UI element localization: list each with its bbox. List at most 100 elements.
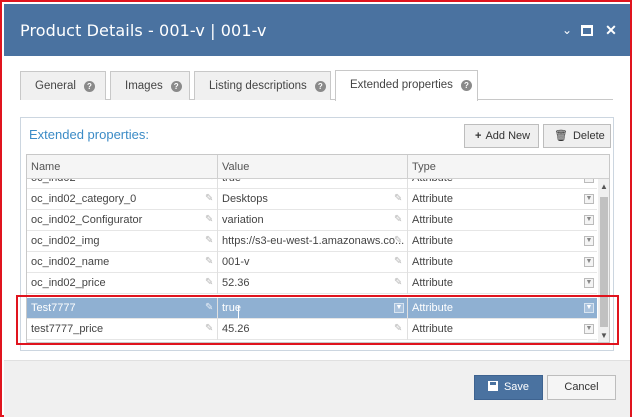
save-button[interactable]: Save [474,375,543,400]
scrollbar-thumb[interactable] [600,197,608,327]
cell-value[interactable]: variation ✎ [218,210,408,231]
edit-icon: ✎ [205,179,215,183]
cell-text: 52.36 [222,277,250,289]
cell-text: variation [222,214,264,226]
tab-extended-properties[interactable]: Extended properties? [335,70,478,101]
edit-icon: ✎ [394,256,403,267]
edit-icon: ✎ [394,235,403,246]
maximize-icon[interactable] [581,25,593,36]
cell-text: 001-v [222,256,250,268]
save-icon [487,381,498,391]
table-row[interactable]: oc_ind02_Configurator ✎ variation ✎ Attrib… [27,210,597,231]
add-new-button[interactable]: + Add New [464,124,539,148]
tab-bar: General? Images? Listing descriptions? E… [20,70,613,101]
scroll-up-icon[interactable]: ▲ [600,182,608,191]
column-header-name[interactable]: Name [27,155,218,179]
tab-label: General [35,80,76,92]
edit-icon: ✎ [394,214,403,225]
delete-button[interactable]: 🗑 Delete [543,124,611,148]
help-icon[interactable]: ? [83,81,95,92]
cell-text: Test7777 [31,302,76,314]
tab-general[interactable]: General? [20,71,106,100]
cell-text: Attribute [412,179,453,184]
cell-name[interactable]: oc_ind02_img ✎ [27,231,218,252]
help-icon[interactable]: ? [170,81,182,92]
cell-text: Attribute [412,302,453,314]
cell-text: oc_ind02_Configurator [31,214,143,226]
cell-value[interactable]: 45.26 ✎ [218,319,408,340]
panel-title: Extended properties: [29,127,149,142]
chevron-down-icon[interactable]: ⌄ [559,22,575,38]
dropdown-icon[interactable]: ▼ [584,278,594,288]
table-row[interactable]: oc_ind02_name ✎ 001-v ✎ Attribute ▼ [27,252,597,273]
edit-icon: ✎ [205,235,214,246]
tab-listing-descriptions[interactable]: Listing descriptions? [194,71,331,100]
help-icon[interactable]: ? [460,80,472,91]
delete-label: Delete [572,130,605,142]
table-row[interactable]: oc_ind02 ✎ true ✎ Attribute ▼ [27,179,597,189]
cell-text: true [222,179,241,184]
table-row-selected[interactable]: Test7777 ✎ true ▼ Attribute ▼ [27,298,597,319]
cell-name[interactable]: oc_ind02_Configurator ✎ [27,210,218,231]
tab-images[interactable]: Images? [110,71,190,100]
cell-value[interactable]: https://s3-eu-west-1.amazonaws.co... ✎ [218,231,408,252]
cell-value[interactable]: 001-v ✎ [218,252,408,273]
cancel-label: Cancel [564,381,599,393]
cell-type[interactable]: Attribute ▼ [408,189,597,210]
add-new-label: Add New [485,130,531,142]
close-icon[interactable]: ✕ [603,22,619,38]
cell-name[interactable]: oc_ind02_price ✎ [27,273,218,294]
cell-value-editor[interactable]: true ▼ [218,298,408,319]
dialog-footer: Save Cancel [4,360,630,417]
vertical-scrollbar[interactable]: ▲ ▼ [598,179,609,342]
cell-value[interactable]: 52.36 ✎ [218,273,408,294]
dropdown-icon[interactable]: ▼ [584,179,594,183]
dropdown-icon[interactable]: ▼ [584,324,594,334]
properties-grid: Name Value Type oc_ind02 ✎ true ✎ Attribut… [26,154,610,343]
edit-icon: ✎ [394,179,404,183]
cell-type[interactable]: Attribute ▼ [408,319,597,340]
tab-label: Images [125,80,163,92]
cell-value[interactable]: Desktops ✎ [218,189,408,210]
cell-text: Attribute [412,193,453,205]
cell-value[interactable]: true ✎ [218,179,408,189]
cell-text: Attribute [412,277,453,289]
edit-icon: ✎ [205,214,214,225]
table-row[interactable]: oc_ind02_img ✎ https://s3-eu-west-1.amazo… [27,231,597,252]
cell-type[interactable]: Attribute ▼ [408,273,597,294]
edit-icon: ✎ [205,193,214,204]
grid-body: oc_ind02 ✎ true ✎ Attribute ▼ oc_ind02_cate… [27,179,597,342]
table-row[interactable]: oc_ind02_price ✎ 52.36 ✎ Attribute ▼ [27,273,597,294]
table-row[interactable]: test7777_price ✎ 45.26 ✎ Attribute ▼ [27,319,597,340]
dropdown-icon[interactable]: ▼ [394,303,404,313]
cell-text: Attribute [412,235,453,247]
cell-name[interactable]: oc_ind02_category_0 ✎ [27,189,218,210]
dropdown-icon[interactable]: ▼ [584,303,594,313]
cell-name[interactable]: oc_ind02_name ✎ [27,252,218,273]
dropdown-icon[interactable]: ▼ [584,194,594,204]
cell-name[interactable]: test7777_price ✎ [27,319,218,340]
cell-type[interactable]: Attribute ▼ [408,298,597,319]
edit-icon: ✎ [394,193,403,204]
cell-name[interactable]: oc_ind02 ✎ [27,179,218,189]
cell-type[interactable]: Attribute ▼ [408,179,597,189]
dropdown-icon[interactable]: ▼ [584,236,594,246]
column-header-value[interactable]: Value [218,155,408,179]
cell-text: https://s3-eu-west-1.amazonaws.co... [222,235,405,247]
cell-type[interactable]: Attribute ▼ [408,210,597,231]
cell-type[interactable]: Attribute ▼ [408,231,597,252]
cell-name[interactable]: Test7777 ✎ [27,298,218,319]
extended-properties-panel: Extended properties: + Add New 🗑 Delete Na… [20,117,614,351]
help-icon[interactable]: ? [314,81,326,92]
dropdown-icon[interactable]: ▼ [584,257,594,267]
dropdown-icon[interactable]: ▼ [584,215,594,225]
cancel-button[interactable]: Cancel [547,375,616,400]
trash-icon: 🗑 [554,130,568,142]
cell-type[interactable]: Attribute ▼ [408,252,597,273]
table-row[interactable]: oc_ind02_category_0 ✎ Desktops ✎ Attribute… [27,189,597,210]
column-header-type[interactable]: Type [408,155,599,179]
cell-text: 45.26 [222,323,250,335]
edit-icon: ✎ [205,256,214,267]
scroll-down-icon[interactable]: ▼ [600,331,608,340]
cell-text: test7777_price [31,323,104,335]
